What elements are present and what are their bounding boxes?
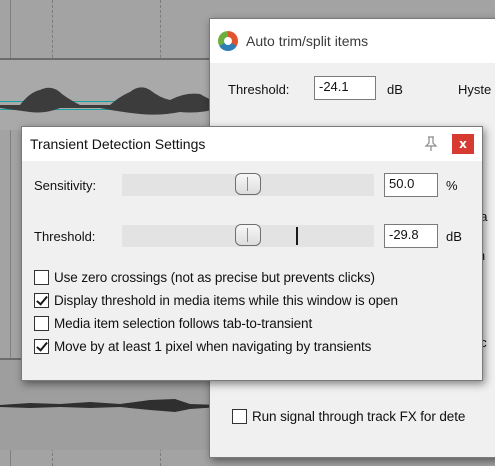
checkbox-box[interactable] bbox=[34, 292, 49, 308]
td-window-title: Transient Detection Settings bbox=[30, 136, 206, 152]
checkbox-box[interactable] bbox=[232, 409, 247, 424]
sensitivity-unit: % bbox=[446, 177, 458, 193]
run-through-track-fx-checkbox[interactable]: Run signal through track FX for dete bbox=[232, 409, 465, 424]
threshold-value-input[interactable]: -29.8 bbox=[384, 224, 438, 248]
trim-threshold-label: Threshold: bbox=[228, 82, 290, 97]
option-label: Display threshold in media items while t… bbox=[54, 292, 398, 308]
option-selection-follows-tab[interactable]: Media item selection follows tab-to-tran… bbox=[34, 313, 312, 333]
trim-threshold-input[interactable]: -24.1 bbox=[314, 76, 376, 100]
option-label: Use zero crossings (not as precise but p… bbox=[54, 269, 375, 285]
checkbox-box[interactable] bbox=[34, 315, 49, 331]
trim-hysteresis-label: Hyste bbox=[458, 82, 492, 97]
close-button[interactable]: x bbox=[452, 134, 474, 154]
option-zero-crossings[interactable]: Use zero crossings (not as precise but p… bbox=[34, 267, 375, 287]
checkbox-box[interactable] bbox=[34, 269, 49, 285]
pin-icon-glyph bbox=[424, 136, 438, 151]
checkbox-box[interactable] bbox=[34, 338, 49, 354]
run-through-track-fx-label: Run signal through track FX for dete bbox=[252, 409, 466, 424]
option-label: Move by at least 1 pixel when navigating… bbox=[54, 338, 372, 354]
threshold-slider[interactable] bbox=[122, 224, 374, 247]
threshold-label: Threshold: bbox=[34, 228, 96, 244]
trim-window-titlebar[interactable]: Auto trim/split items bbox=[210, 19, 495, 63]
threshold-slider-thumb[interactable] bbox=[235, 224, 261, 246]
threshold-unit: dB bbox=[446, 228, 462, 244]
sensitivity-value-input[interactable]: 50.0 bbox=[384, 173, 438, 197]
sensitivity-slider[interactable] bbox=[122, 173, 374, 196]
trim-threshold-unit: dB bbox=[387, 82, 403, 97]
option-display-threshold[interactable]: Display threshold in media items while t… bbox=[34, 290, 398, 310]
threshold-level-marker bbox=[296, 227, 298, 245]
waveform-lower bbox=[0, 399, 220, 412]
option-label: Media item selection follows tab-to-tran… bbox=[54, 315, 313, 331]
waveform-upper bbox=[0, 87, 220, 115]
trim-window-title: Auto trim/split items bbox=[246, 33, 369, 49]
transient-detection-settings-window[interactable]: Transient Detection Settings x Sensitivi… bbox=[21, 126, 483, 381]
reaper-app-icon bbox=[218, 31, 238, 51]
sensitivity-label: Sensitivity: bbox=[34, 177, 97, 193]
sensitivity-row: Sensitivity: 50.0 % bbox=[22, 171, 482, 199]
pin-icon[interactable] bbox=[420, 133, 442, 155]
sensitivity-slider-thumb[interactable] bbox=[235, 173, 261, 195]
threshold-row: Threshold: -29.8 dB bbox=[22, 222, 482, 250]
td-titlebar[interactable]: Transient Detection Settings x bbox=[22, 127, 482, 161]
option-move-by-pixel[interactable]: Move by at least 1 pixel when navigating… bbox=[34, 336, 371, 356]
